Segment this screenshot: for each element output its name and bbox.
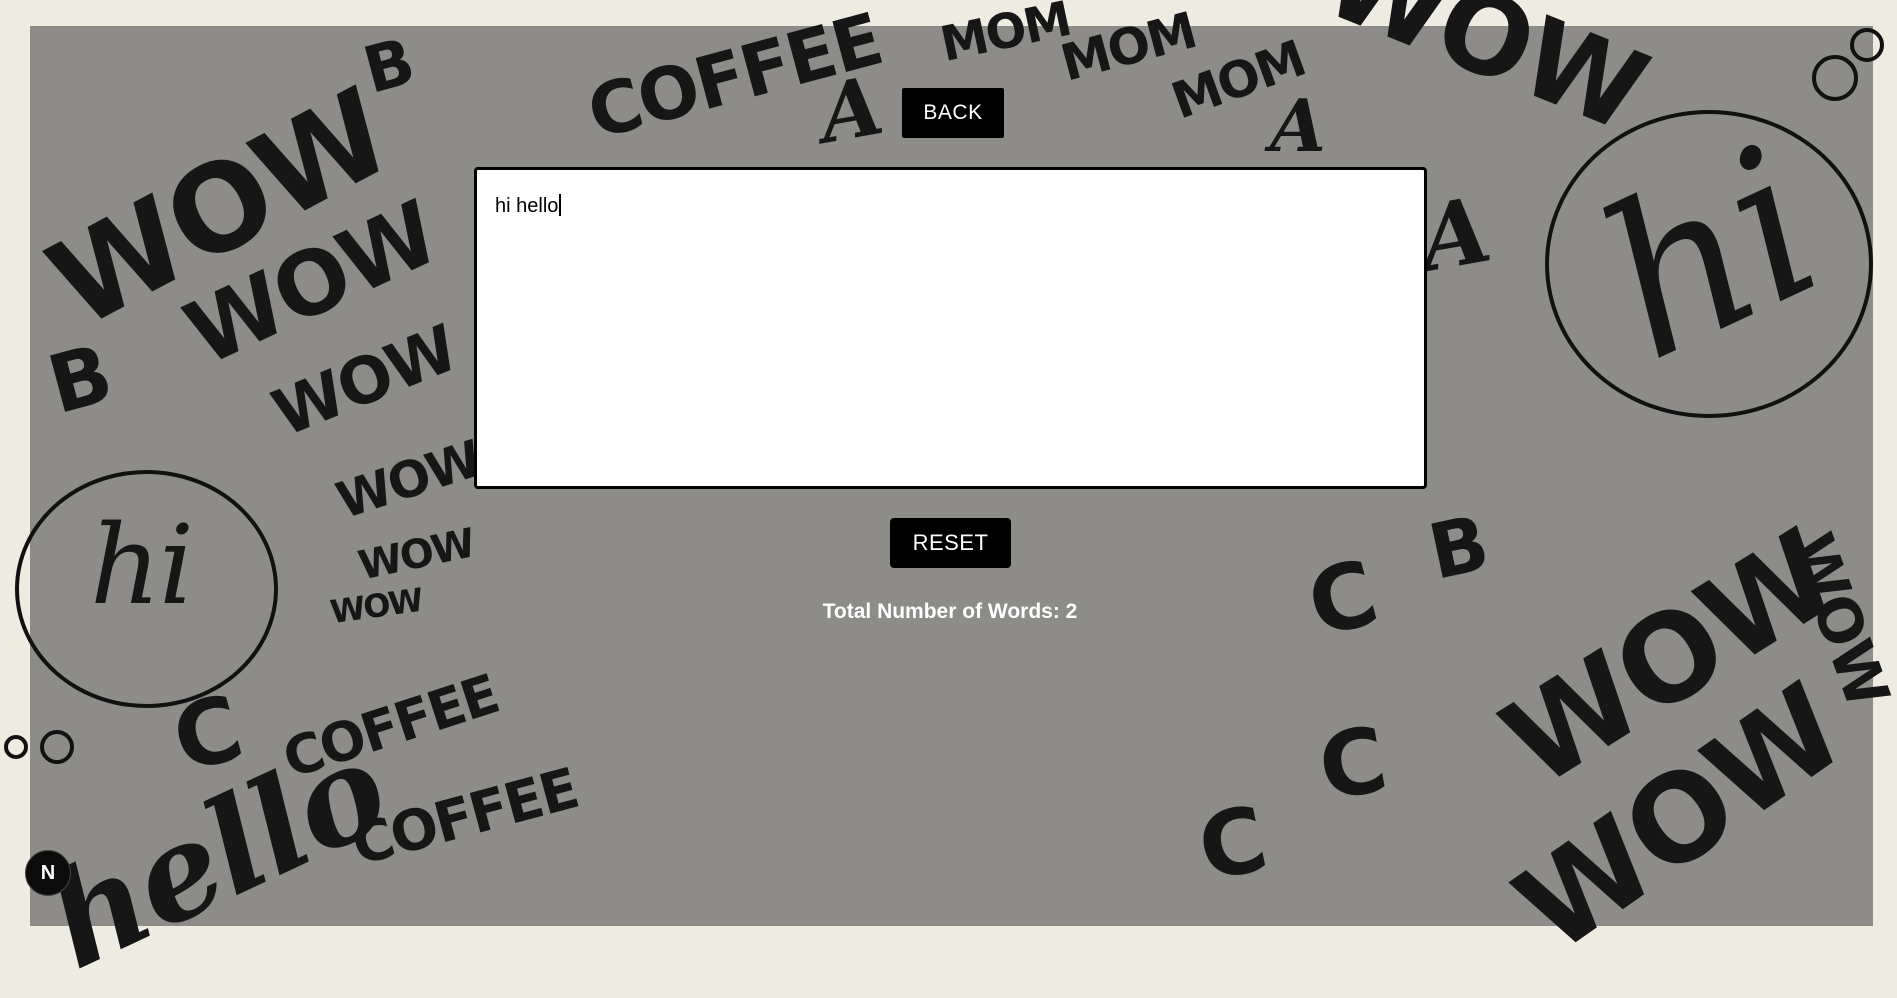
thought-bubble	[4, 735, 28, 759]
reset-button[interactable]: RESET	[890, 518, 1011, 568]
text-editor[interactable]: hi hello	[474, 167, 1427, 489]
back-button[interactable]: BACK	[902, 88, 1004, 138]
word-count-label: Total Number of Words: 2	[822, 600, 1078, 623]
editor-text: hi hello	[495, 195, 559, 217]
text-caret	[559, 194, 562, 216]
next-logo-icon[interactable]: N	[25, 850, 71, 896]
